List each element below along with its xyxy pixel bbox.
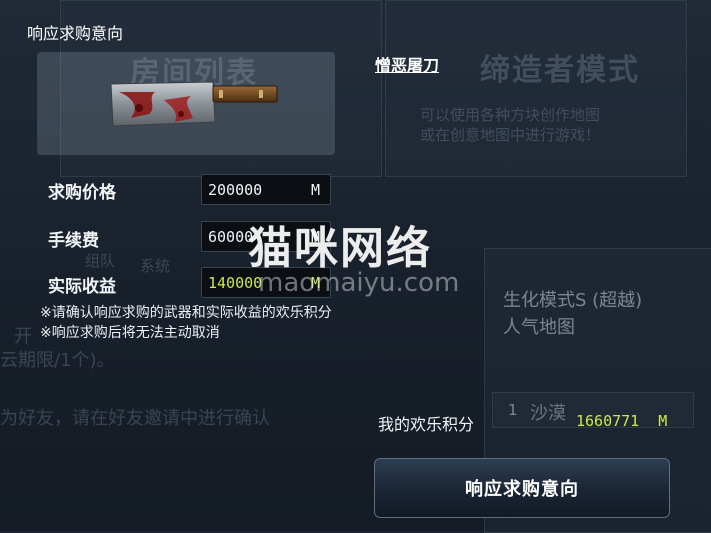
fee-value: 60000 (208, 228, 254, 246)
income-label: 实际收益 (48, 277, 116, 297)
cancel-note: ※响应求购后将无法主动取消 (40, 325, 220, 341)
item-name-link[interactable]: 憎恶屠刀 (375, 52, 439, 76)
confirm-note: ※请确认响应求购的武器和实际收益的欢乐积分 (40, 305, 332, 321)
dialog-title: 响应求购意向 (27, 24, 124, 43)
price-field: 200000 M (201, 174, 331, 205)
site-watermark-url: maomaiyu.com (258, 268, 460, 298)
income-value: 140000 (208, 274, 263, 292)
item-preview (37, 52, 335, 155)
price-value: 200000 (208, 181, 263, 199)
balance-value: 1660771 (576, 412, 640, 430)
cleaver-weapon-icon (110, 81, 278, 127)
fee-label: 手续费 (48, 231, 99, 251)
price-label: 求购价格 (48, 183, 116, 203)
site-watermark: 猫咪网络 (248, 223, 432, 274)
balance-value-row: 1660771 M (576, 412, 667, 430)
respond-purchase-button[interactable]: 响应求购意向 (374, 458, 670, 518)
balance-unit: M (658, 412, 668, 430)
balance-label: 我的欢乐积分 (378, 415, 475, 434)
price-unit: M (310, 181, 320, 199)
